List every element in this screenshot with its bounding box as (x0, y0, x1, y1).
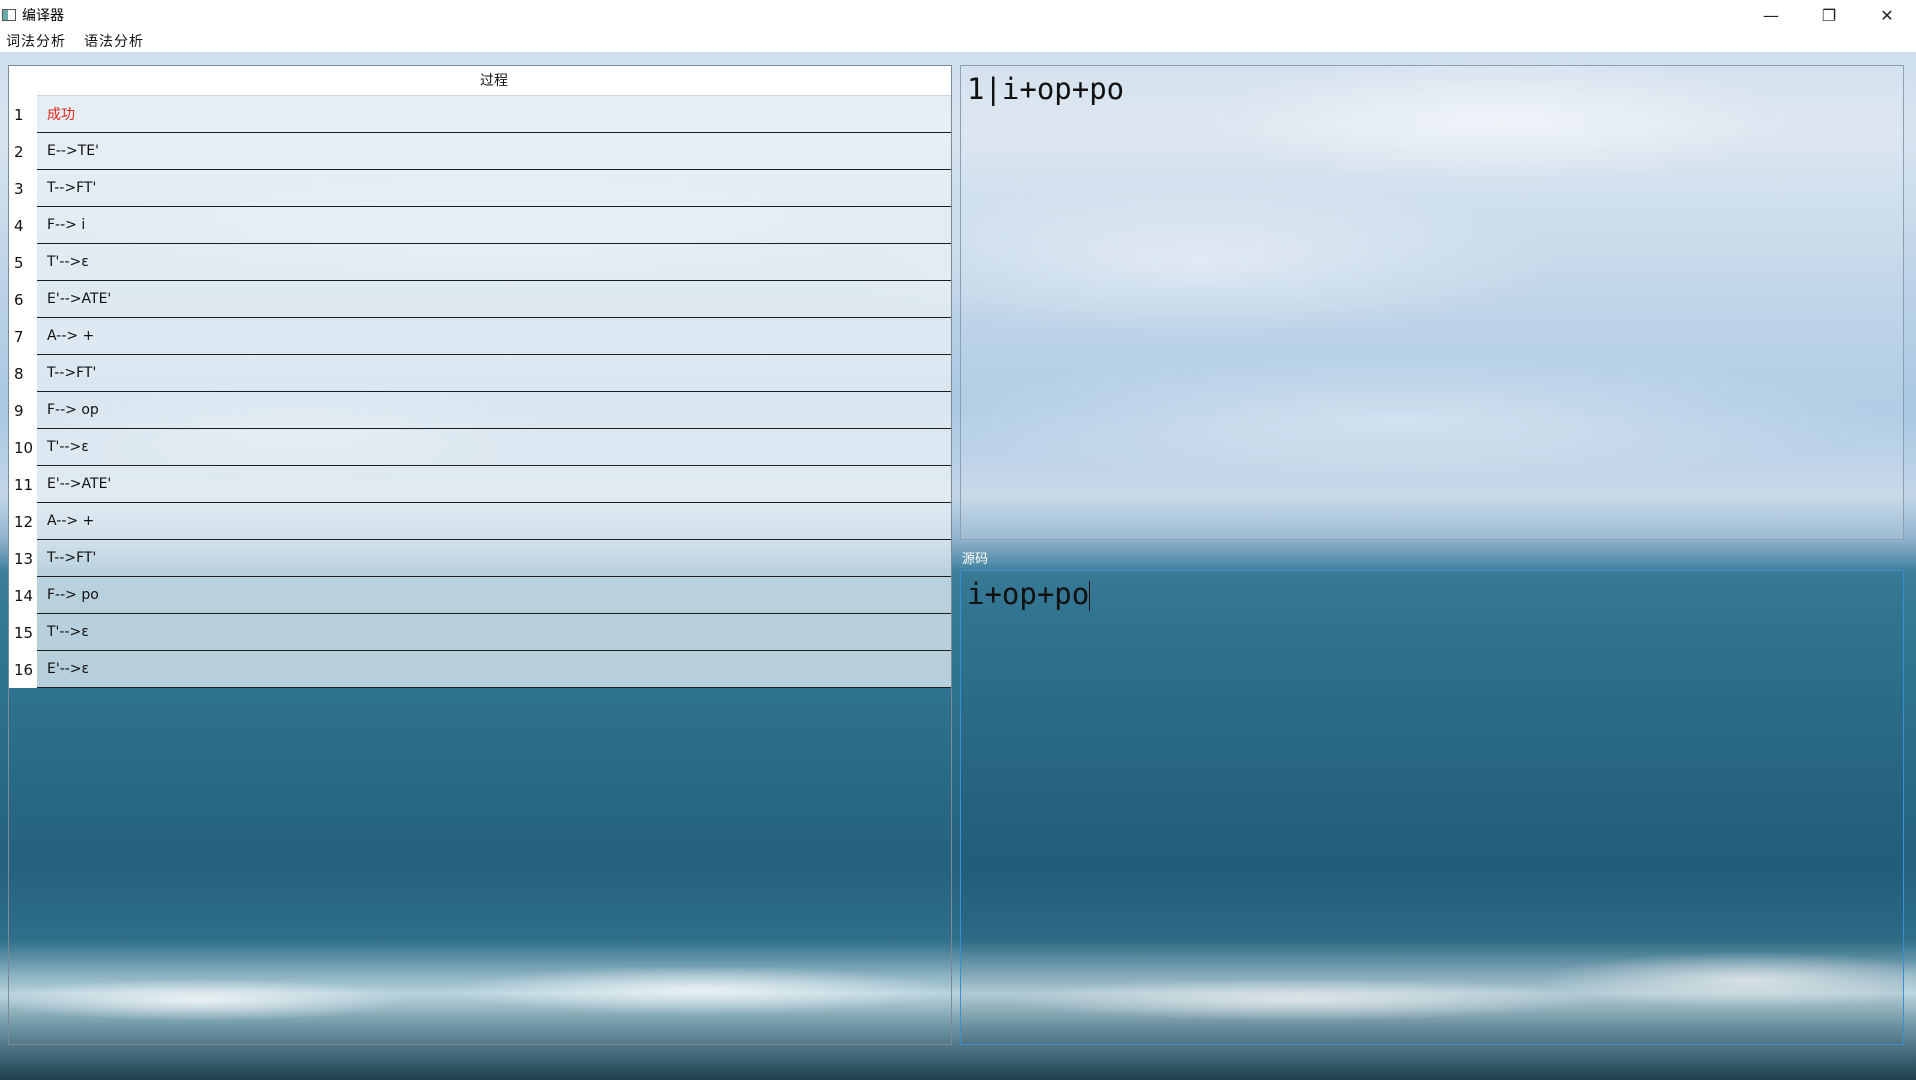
row-number: 11 (9, 466, 37, 503)
table-row[interactable]: 11 E'-->ATE' (9, 466, 951, 503)
text-caret (1089, 581, 1091, 611)
row-number: 13 (9, 540, 37, 577)
table-row[interactable]: 5 T'-->ε (9, 244, 951, 281)
source-code-editor[interactable]: i+op+po (960, 570, 1904, 1045)
output-text-area[interactable]: 1|i+op+po (960, 65, 1904, 540)
row-number: 3 (9, 170, 37, 207)
table-row[interactable]: 13 T-->FT' (9, 540, 951, 577)
row-number: 7 (9, 318, 37, 355)
table-row[interactable]: 2 E-->TE' (9, 133, 951, 170)
table-cell[interactable]: A--> + (37, 318, 951, 355)
table-cell[interactable]: F--> po (37, 577, 951, 614)
table-cell[interactable]: T'-->ε (37, 244, 951, 281)
table-cell[interactable]: T'-->ε (37, 429, 951, 466)
process-table[interactable]: 过程 1 成功 2 E-->TE' 3 T-->FT' 4 F--> i 5 T'-->ε 6 E'-… (8, 65, 952, 1045)
table-cell[interactable]: E'-->ATE' (37, 281, 951, 318)
title-bar: 编译器 — ❐ ✕ (0, 0, 1916, 30)
table-row[interactable]: 6 E'-->ATE' (9, 281, 951, 318)
table-row[interactable]: 1 成功 (9, 96, 951, 133)
menu-bar: 词法分析 语法分析 (0, 30, 1916, 52)
row-number: 6 (9, 281, 37, 318)
table-row[interactable]: 15 T'-->ε (9, 614, 951, 651)
row-number: 14 (9, 577, 37, 614)
table-column-header[interactable]: 过程 (37, 66, 951, 96)
table-row[interactable]: 8 T-->FT' (9, 355, 951, 392)
row-number: 9 (9, 392, 37, 429)
app-icon (2, 9, 16, 21)
table-cell[interactable]: E-->TE' (37, 133, 951, 170)
table-row[interactable]: 10 T'-->ε (9, 429, 951, 466)
table-row[interactable]: 9 F--> op (9, 392, 951, 429)
minimize-button[interactable]: — (1742, 0, 1800, 30)
row-number: 1 (9, 96, 37, 133)
menu-lexical-analysis[interactable]: 词法分析 (6, 31, 66, 51)
row-number: 8 (9, 355, 37, 392)
table-cell[interactable]: E'-->ε (37, 651, 951, 688)
table-row[interactable]: 3 T-->FT' (9, 170, 951, 207)
source-code-value: i+op+po (967, 577, 1090, 611)
table-cell[interactable]: T-->FT' (37, 170, 951, 207)
table-row[interactable]: 4 F--> i (9, 207, 951, 244)
row-number: 12 (9, 503, 37, 540)
row-number: 2 (9, 133, 37, 170)
row-number: 16 (9, 651, 37, 688)
row-number: 5 (9, 244, 37, 281)
row-number: 10 (9, 429, 37, 466)
table-cell[interactable]: F--> i (37, 207, 951, 244)
row-number: 15 (9, 614, 37, 651)
table-cell[interactable]: F--> op (37, 392, 951, 429)
source-code-text: i+op+po (967, 577, 1091, 611)
table-cell[interactable]: T-->FT' (37, 540, 951, 577)
table-row[interactable]: 16 E'-->ε (9, 651, 951, 688)
window-title: 编译器 (22, 8, 64, 24)
table-row[interactable]: 7 A--> + (9, 318, 951, 355)
output-text: 1|i+op+po (967, 72, 1125, 106)
window-controls: — ❐ ✕ (1742, 0, 1916, 30)
table-cell[interactable]: A--> + (37, 503, 951, 540)
source-label: 源码 (962, 552, 989, 567)
table-cell[interactable]: T-->FT' (37, 355, 951, 392)
table-row[interactable]: 12 A--> + (9, 503, 951, 540)
table-cell[interactable]: E'-->ATE' (37, 466, 951, 503)
table-cell[interactable]: T'-->ε (37, 614, 951, 651)
restore-button[interactable]: ❐ (1800, 0, 1858, 30)
close-button[interactable]: ✕ (1858, 0, 1916, 30)
table-cell[interactable]: 成功 (37, 96, 951, 133)
table-rows: 1 成功 2 E-->TE' 3 T-->FT' 4 F--> i 5 T'-->ε 6 E'-->A… (9, 96, 951, 688)
row-number: 4 (9, 207, 37, 244)
table-row[interactable]: 14 F--> po (9, 577, 951, 614)
menu-syntax-analysis[interactable]: 语法分析 (84, 31, 144, 51)
